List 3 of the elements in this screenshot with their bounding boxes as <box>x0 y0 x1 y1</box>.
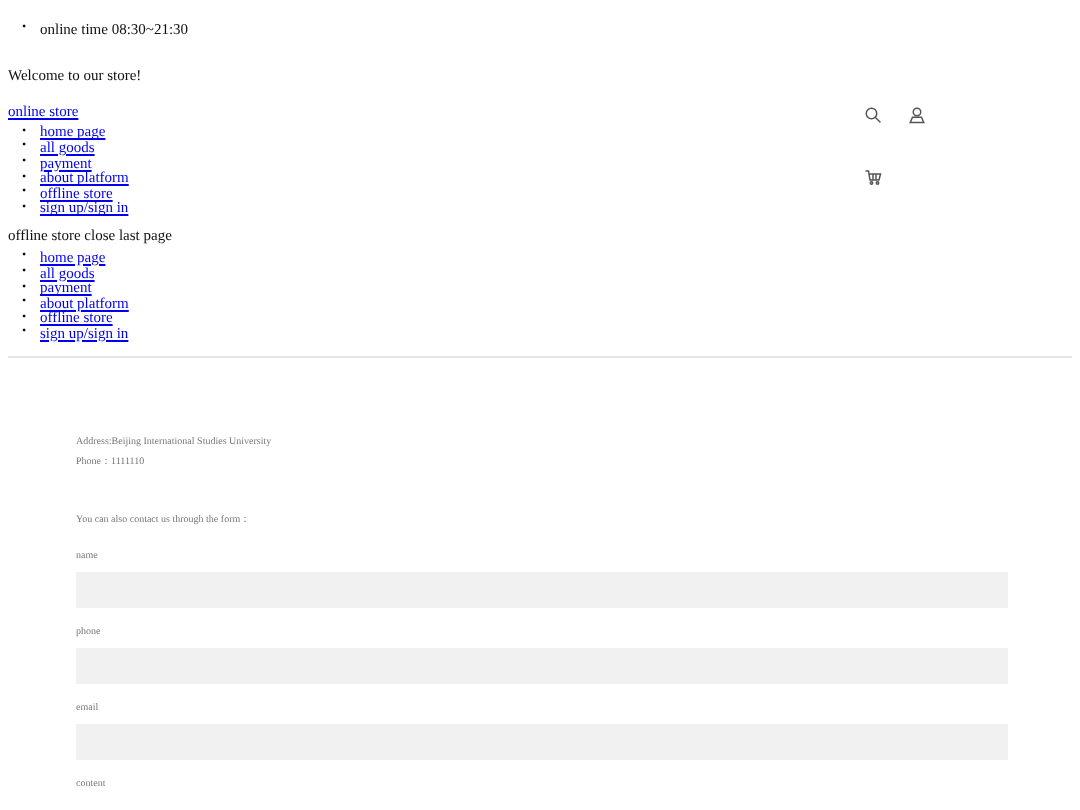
cart-icon[interactable] <box>864 168 882 187</box>
search-icon[interactable] <box>864 105 882 124</box>
user-icon[interactable] <box>908 105 926 124</box>
